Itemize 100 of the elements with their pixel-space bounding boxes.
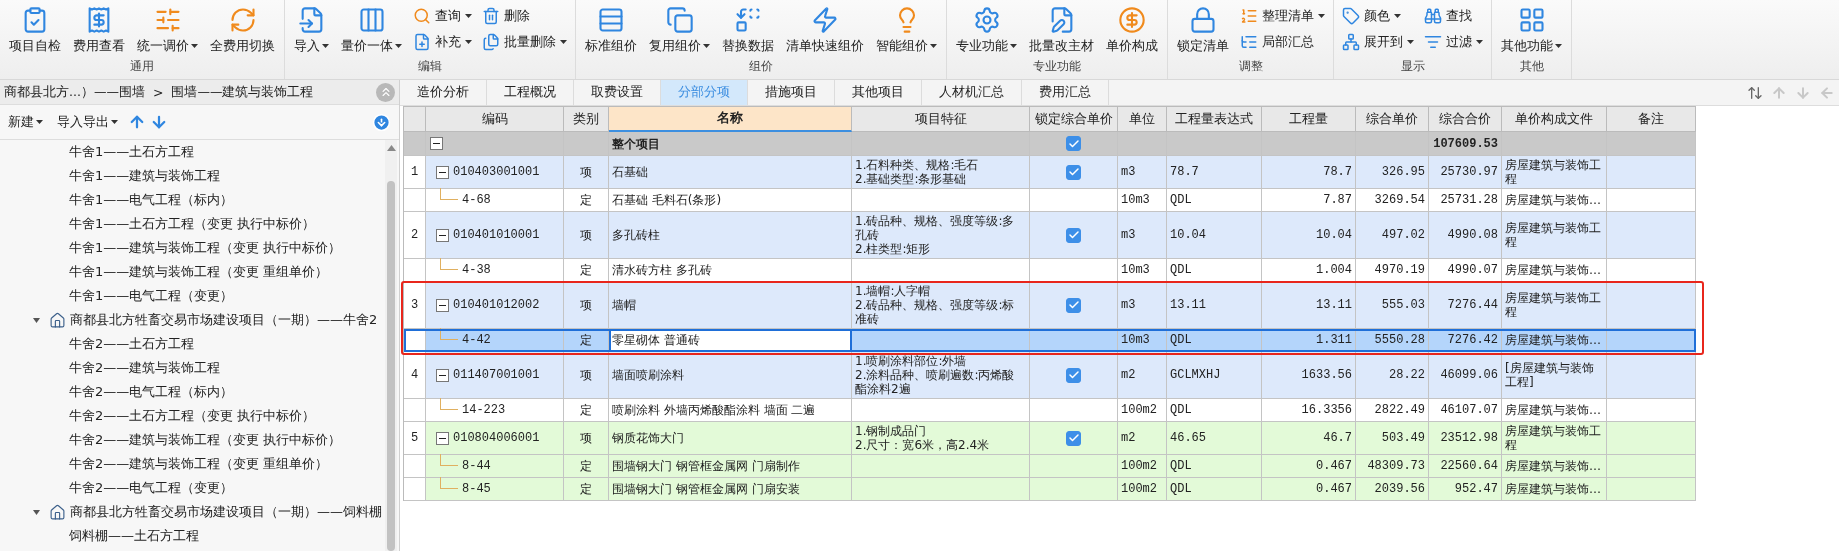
ribbon-button[interactable]: 批量删除 bbox=[478, 32, 571, 52]
lock-checkbox[interactable] bbox=[1066, 367, 1081, 383]
lock-checkbox[interactable] bbox=[1066, 164, 1081, 180]
table-row[interactable]: 4-68 定 石基础 毛料石(条形) 10m3 QDL 7.87 3269.54 25731.28 房屋建筑与装饰… bbox=[404, 189, 1696, 212]
ribbon-button[interactable]: 查询 bbox=[409, 6, 476, 26]
collapse-toggle[interactable] bbox=[436, 228, 449, 242]
column-header[interactable]: 综合单价 bbox=[1356, 107, 1429, 132]
tree-item[interactable]: 牛舍2——建筑与装饰工程 bbox=[0, 356, 385, 380]
tree-item[interactable]: 牛舍2——建筑与装饰工程（变更 重组单价） bbox=[0, 452, 385, 476]
code-cell: 010401010001 bbox=[453, 228, 540, 242]
group-label: 调整 bbox=[1237, 58, 1264, 75]
expanded-caret-icon[interactable] bbox=[32, 507, 41, 517]
column-header[interactable]: 工程量 bbox=[1262, 107, 1356, 132]
tree-item[interactable]: 牛舍1——电气工程（变更） bbox=[0, 284, 385, 308]
table-cell: 10m3 bbox=[1118, 259, 1167, 282]
toolbar-button[interactable]: 新建 bbox=[8, 113, 43, 131]
ribbon-button[interactable]: 导入 bbox=[289, 4, 334, 57]
table-row[interactable]: 8-44 定 围墙钢大门 钢管框金属网 门扇制作 100m2 QDL 0.467 48309.73 22560.64 房屋建筑与装饰… bbox=[404, 455, 1696, 478]
tree-item[interactable]: 牛舍2——土石方工程（变更 执行中标价） bbox=[0, 404, 385, 428]
collapse-toggle[interactable] bbox=[436, 368, 449, 382]
tree-item[interactable]: 牛舍1——建筑与装饰工程（变更 执行中标价） bbox=[0, 236, 385, 260]
ribbon-button[interactable]: 过滤 bbox=[1420, 32, 1487, 52]
ribbon-button[interactable]: 补充 bbox=[409, 32, 476, 52]
ribbon-button[interactable]: 统一调价 bbox=[132, 4, 203, 57]
column-header[interactable]: 编码 bbox=[426, 107, 564, 132]
ribbon-button[interactable]: 标准组价 bbox=[580, 4, 642, 57]
table-cell: 100m2 bbox=[1118, 478, 1167, 501]
ribbon-button[interactable]: 展开到 bbox=[1338, 32, 1418, 52]
table-row[interactable]: 整个项目 107609.53 bbox=[404, 132, 1696, 156]
column-header[interactable]: 备注 bbox=[1607, 107, 1696, 132]
ribbon-button[interactable]: 锁定清单 bbox=[1172, 4, 1234, 57]
table-cell: 0.467 bbox=[1262, 478, 1356, 501]
group-label: 编辑 bbox=[417, 58, 443, 75]
move-down-icon[interactable] bbox=[150, 113, 168, 131]
lock-checkbox[interactable] bbox=[1066, 227, 1081, 243]
download-icon[interactable] bbox=[372, 112, 391, 132]
move-up-icon[interactable] bbox=[128, 113, 146, 131]
ribbon-button[interactable]: 量价一体 bbox=[336, 4, 407, 57]
ribbon-button[interactable]: 批量改主材 bbox=[1024, 4, 1099, 57]
row-number: 5 bbox=[404, 422, 426, 455]
ribbon-button[interactable]: 查找 bbox=[1420, 6, 1487, 26]
tree-item[interactable]: 牛舍1——土石方工程 bbox=[0, 140, 385, 164]
tree-item[interactable]: 牛舍2——电气工程（标内） bbox=[0, 380, 385, 404]
tree-item[interactable]: 牛舍2——电气工程（变更） bbox=[0, 476, 385, 500]
lock-checkbox[interactable] bbox=[1066, 430, 1081, 446]
tree-item[interactable]: 牛舍2——土石方工程 bbox=[0, 332, 385, 356]
tree-line bbox=[440, 398, 458, 410]
column-header[interactable]: 单价构成文件 bbox=[1502, 107, 1607, 132]
breadcrumb-item[interactable]: 围墙——建筑与装饰工程 bbox=[171, 83, 314, 101]
column-header[interactable]: 工程量表达式 bbox=[1167, 107, 1262, 132]
ribbon-button[interactable]: 其他功能 bbox=[1496, 4, 1567, 57]
column-header[interactable]: 锁定综合单价 bbox=[1030, 107, 1118, 132]
ribbon-button[interactable]: 局部汇总 bbox=[1236, 32, 1329, 52]
table-row[interactable]: 4-42 定 零星砌体 普通砖 10m3 QDL 1.311 5550.28 7276.42 房屋建筑与装饰… bbox=[404, 329, 1696, 352]
toolbar-button[interactable]: 导入导出 bbox=[57, 113, 118, 131]
column-header[interactable]: 单位 bbox=[1118, 107, 1167, 132]
lock-checkbox[interactable] bbox=[1066, 297, 1081, 313]
collapse-toggle[interactable] bbox=[430, 137, 443, 150]
scrollbar[interactable] bbox=[385, 140, 397, 551]
tree-item[interactable]: 牛舍2——建筑与装饰工程（变更 执行中标价） bbox=[0, 428, 385, 452]
ribbon-button[interactable]: 专业功能 bbox=[951, 4, 1022, 57]
tree-item[interactable]: 商都县北方牲畜交易市场建设项目（一期）——饲料棚 bbox=[70, 503, 382, 521]
ribbon-button[interactable]: 费用查看 bbox=[68, 4, 130, 57]
tree-item[interactable]: 牛舍1——建筑与装饰工程 bbox=[0, 164, 385, 188]
row-number: 1 bbox=[404, 156, 426, 189]
ribbon-button[interactable]: 删除 bbox=[478, 6, 571, 26]
collapse-button[interactable] bbox=[376, 82, 395, 102]
sort-icon[interactable] bbox=[1747, 84, 1763, 101]
scroll-up-arrow-icon[interactable] bbox=[386, 145, 396, 151]
ribbon-button[interactable]: 单价构成 bbox=[1101, 4, 1163, 57]
collapse-toggle[interactable] bbox=[436, 431, 449, 445]
column-header[interactable]: 名称 bbox=[609, 107, 852, 132]
ribbon-button[interactable]: 复用组价 bbox=[644, 4, 715, 57]
name-input-cell[interactable]: 零星砌体 普通砖 bbox=[609, 329, 852, 352]
breadcrumb-item[interactable]: 商都县北方...）——围墙 bbox=[4, 83, 145, 101]
house-icon bbox=[49, 311, 66, 329]
ribbon-button[interactable]: 全费用切换 bbox=[205, 4, 280, 57]
table-cell: 2039.56 bbox=[1356, 478, 1429, 501]
ribbon-button[interactable]: 整理清单 bbox=[1236, 6, 1329, 26]
lock-checkbox[interactable] bbox=[1066, 136, 1081, 151]
tree-item[interactable]: 饲料棚——土石方工程 bbox=[0, 524, 385, 548]
tree-item[interactable]: 商都县北方牲畜交易市场建设项目（一期）——牛舍2 bbox=[70, 311, 378, 329]
column-header[interactable]: 类别 bbox=[564, 107, 609, 132]
table-row[interactable]: 14-223 定 喷刷涂料 外墙丙烯酸酯涂料 墙面 二遍 100m2 QDL 16.3356 2822.49 46107.07 房屋建筑与装饰… bbox=[404, 399, 1696, 422]
ribbon-button[interactable]: 替换数据 bbox=[717, 4, 779, 57]
table-cell: 定 bbox=[564, 478, 609, 501]
tree-item[interactable]: 牛舍1——建筑与装饰工程（变更 重组单价） bbox=[0, 260, 385, 284]
table-row[interactable]: 8-45 定 围墙钢大门 钢管框金属网 门扇安装 100m2 QDL 0.467 2039.56 952.47 房屋建筑与装饰… bbox=[404, 478, 1696, 501]
ribbon-button[interactable]: 清单快速组价 bbox=[781, 4, 869, 57]
ribbon-button[interactable]: 项目自检 bbox=[4, 4, 66, 57]
expanded-caret-icon[interactable] bbox=[32, 315, 41, 325]
column-header[interactable]: 项目特征 bbox=[852, 107, 1030, 132]
code-cell: 010804006001 bbox=[453, 431, 540, 445]
tree-item[interactable]: 牛舍1——土石方工程（变更 执行中标价） bbox=[0, 212, 385, 236]
collapse-toggle[interactable] bbox=[436, 165, 449, 179]
tree-item[interactable]: 牛舍1——电气工程（标内） bbox=[0, 188, 385, 212]
column-header[interactable]: 综合合价 bbox=[1429, 107, 1502, 132]
ribbon-button[interactable]: 颜色 bbox=[1338, 6, 1418, 26]
ribbon-button[interactable]: 智能组价 bbox=[871, 4, 942, 57]
collapse-toggle[interactable] bbox=[436, 298, 449, 312]
